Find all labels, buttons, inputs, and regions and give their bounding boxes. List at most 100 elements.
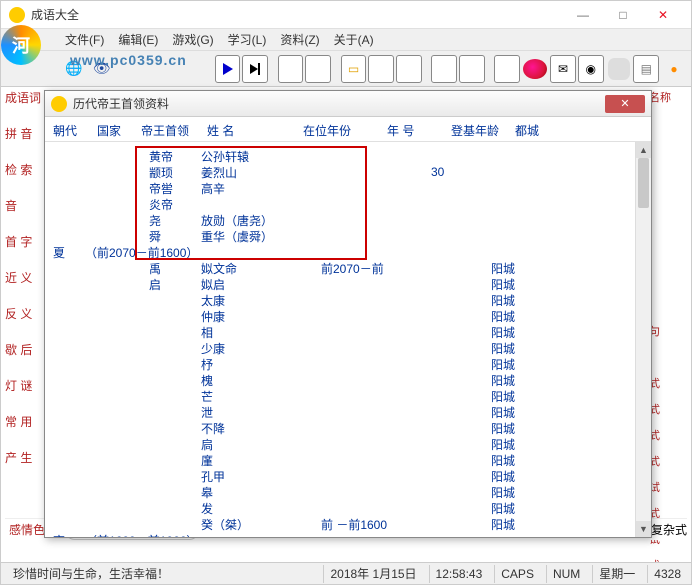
tool-disc[interactable]: ◉ <box>578 55 604 83</box>
rlabel-9: 句 <box>649 323 685 337</box>
table-row[interactable]: 芒 阳城 <box>53 388 643 404</box>
tool-flower[interactable] <box>522 55 548 83</box>
label-common: 常 用 <box>5 413 41 429</box>
scroll-thumb[interactable] <box>638 158 649 208</box>
table-row[interactable]: 商 （前1600－前1066） <box>53 532 643 537</box>
table-row[interactable]: 泄 阳城 <box>53 404 643 420</box>
close-button[interactable]: ✕ <box>643 4 683 26</box>
menu-resource[interactable]: 资料(Z) <box>274 29 325 50</box>
hdr-name: 姓 名 <box>207 122 303 139</box>
emperor-dialog: 历代帝王首领资料 ✕ 朝代 国家 帝王首领 姓 名 在位年份 年 号 登基年龄 … <box>44 90 652 538</box>
tool-box7[interactable] <box>494 55 520 83</box>
label-xiehou: 歇 后 <box>5 341 41 357</box>
rlabel-12: 式 <box>649 401 685 415</box>
tool-stripes[interactable]: ▤ <box>633 55 659 83</box>
minimize-button[interactable]: — <box>563 4 603 26</box>
hdr-era: 年 号 <box>387 122 451 139</box>
tool-box1[interactable] <box>278 55 304 83</box>
table-row[interactable]: 帝喾 高辛 <box>53 180 643 196</box>
table-row[interactable]: 黄帝 公孙轩辕 <box>53 148 643 164</box>
status-proverb: 珍惜时间与生命，生活幸福！ <box>5 565 177 582</box>
tool-box6[interactable] <box>459 55 485 83</box>
table-row[interactable]: 孔甲 阳城 <box>53 468 643 484</box>
status-day: 星期一 <box>592 565 641 583</box>
tool-orange[interactable]: ● <box>661 55 687 83</box>
label-sound: 音 <box>5 197 41 213</box>
table-row[interactable]: 廑 阳城 <box>53 452 643 468</box>
menu-file[interactable]: 文件(F) <box>59 29 110 50</box>
menu-about[interactable]: 关于(A) <box>328 29 380 50</box>
table-row[interactable]: 相 阳城 <box>53 324 643 340</box>
table-row[interactable]: 发 阳城 <box>53 500 643 516</box>
maximize-button[interactable]: □ <box>603 4 643 26</box>
tool-yellow[interactable]: ▭ <box>341 55 367 83</box>
stripes-icon: ▤ <box>641 62 652 76</box>
menu-game[interactable]: 游戏(G) <box>166 29 219 50</box>
table-row[interactable]: 不降 阳城 <box>53 420 643 436</box>
menu-study[interactable]: 学习(L) <box>222 29 273 50</box>
folder-icon: ▭ <box>348 62 359 76</box>
disc-icon: ◉ <box>586 62 596 76</box>
hdr-country: 国家 <box>97 122 141 139</box>
table-row[interactable]: 启 姒启 阳城 <box>53 276 643 292</box>
dialog-body: 黄帝 公孙轩辕 颛顼 姜烈山 30 帝喾 高辛 炎帝 尧 放勋（唐尧） <box>45 141 651 537</box>
rlabel-13: 式 <box>649 427 685 441</box>
tool-mail[interactable]: ✉ <box>550 55 576 83</box>
tool-box3[interactable] <box>368 55 394 83</box>
table-row[interactable]: 颛顼 姜烈山 30 <box>53 164 643 180</box>
dialog-column-headers: 朝代 国家 帝王首领 姓 名 在位年份 年 号 登基年龄 都城 <box>45 117 651 139</box>
label-syn: 近 义 <box>5 269 41 285</box>
play-icon <box>223 63 233 75</box>
table-row[interactable]: 炎帝 <box>53 196 643 212</box>
table-row[interactable]: 槐 阳城 <box>53 372 643 388</box>
rlabel-11: 式 <box>649 375 685 389</box>
table-row[interactable]: 杼 阳城 <box>53 356 643 372</box>
table-row[interactable]: 癸（桀） 前 －前1600 阳城 <box>53 516 643 532</box>
table-row[interactable]: 夏 （前2070－前1600） <box>53 244 643 260</box>
label-search: 检 索 <box>5 161 41 177</box>
label-first: 首 字 <box>5 233 41 249</box>
table-row[interactable]: 禹 姒文命 前2070－前 阳城 <box>53 260 643 276</box>
tool-rabbit[interactable] <box>606 55 632 83</box>
dialog-close-button[interactable]: ✕ <box>605 95 645 113</box>
watermark-text: www.pc0359.cn <box>70 52 187 68</box>
site-logo: 河 <box>1 25 51 75</box>
table-row[interactable]: 少康 阳城 <box>53 340 643 356</box>
orange-icon: ● <box>670 62 677 76</box>
next-icon <box>250 63 260 75</box>
statusbar: 珍惜时间与生命，生活幸福！ 2018年 1月15日 12:58:43 CAPS … <box>1 562 691 584</box>
dialog-title: 历代帝王首领资料 <box>73 95 605 112</box>
table-row[interactable]: 尧 放勋（唐尧） <box>53 212 643 228</box>
dialog-scrollbar[interactable]: ▲ ▼ <box>635 142 651 537</box>
hdr-age: 登基年龄 <box>451 122 515 139</box>
rlabel-15: 试 <box>649 479 685 493</box>
scroll-down[interactable]: ▼ <box>636 521 651 537</box>
complex-label: 复杂式 <box>651 521 687 538</box>
play-button[interactable] <box>215 55 241 83</box>
label-pinyin: 拼 音 <box>5 125 41 141</box>
menu-edit[interactable]: 编辑(E) <box>112 29 164 50</box>
table-row[interactable]: 皋 阳城 <box>53 484 643 500</box>
tool-box2[interactable] <box>305 55 331 83</box>
rlabel-7 <box>649 271 685 285</box>
table-row[interactable]: 仲康 阳城 <box>53 308 643 324</box>
table-row[interactable]: 太康 阳城 <box>53 292 643 308</box>
label-riddle: 灯 谜 <box>5 377 41 393</box>
window-title: 成语大全 <box>31 6 563 23</box>
scroll-up[interactable]: ▲ <box>636 142 651 158</box>
rabbit-icon <box>608 58 630 80</box>
rlabel-2 <box>649 141 685 155</box>
rlabel-0: 名称 <box>649 89 685 103</box>
hdr-dynasty: 朝代 <box>53 122 93 139</box>
label-idiom: 成语词 <box>5 89 41 105</box>
rlabel-3 <box>649 167 685 181</box>
status-count: 4328 <box>647 565 687 583</box>
dialog-titlebar: 历代帝王首领资料 ✕ <box>45 91 651 117</box>
next-button[interactable] <box>242 55 268 83</box>
tool-box4[interactable] <box>396 55 422 83</box>
tool-box5[interactable] <box>431 55 457 83</box>
main-titlebar: 成语大全 — □ ✕ <box>1 1 691 29</box>
table-row[interactable]: 舜 重华（虞舜） <box>53 228 643 244</box>
table-row[interactable]: 扃 阳城 <box>53 436 643 452</box>
label-ant: 反 义 <box>5 305 41 321</box>
